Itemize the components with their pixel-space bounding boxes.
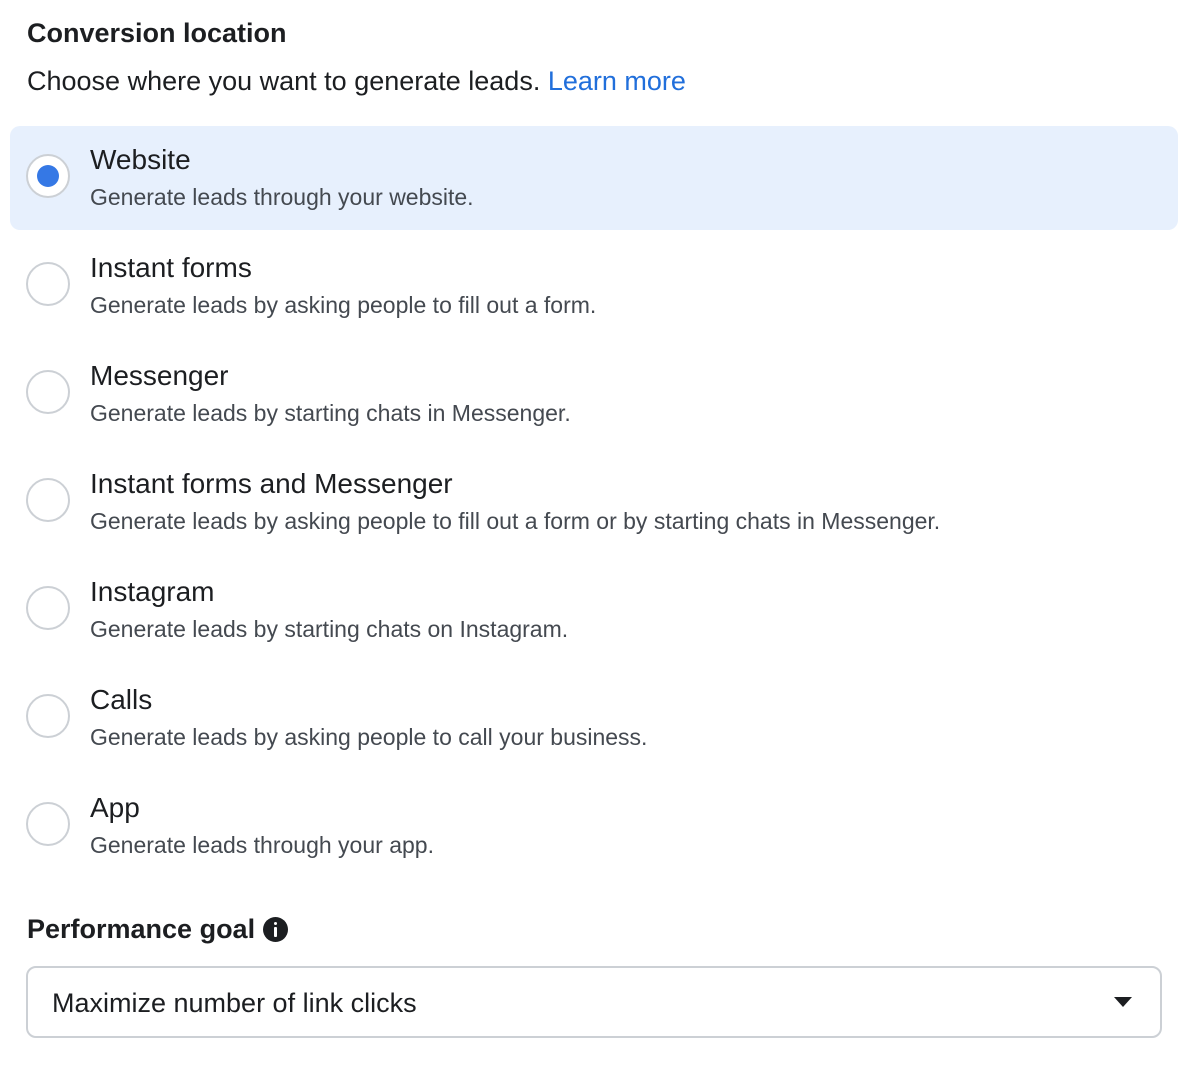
option-description: Generate leads by asking people to fill … [90,508,941,534]
option-label: Website [90,144,191,175]
conversion-location-subtitle: Choose where you want to generate leads.… [27,64,686,98]
option-messenger[interactable]: Messenger Generate leads by starting cha… [10,342,1178,446]
option-description: Generate leads through your app. [90,832,434,858]
radio-button[interactable] [26,802,70,846]
option-description: Generate leads by asking people to fill … [90,292,597,318]
performance-goal-selected-value: Maximize number of link clicks [52,988,417,1018]
learn-more-link[interactable]: Learn more [548,66,686,96]
radio-button[interactable] [26,478,70,522]
radio-button[interactable] [26,262,70,306]
conversion-location-options: Website Generate leads through your webs… [10,126,1178,882]
option-label: Messenger [90,360,229,391]
radio-selected-dot [37,165,59,187]
chevron-down-icon [1114,997,1132,1007]
radio-button[interactable] [26,586,70,630]
option-instant-forms-and-messenger[interactable]: Instant forms and Messenger Generate lea… [10,450,1178,554]
radio-button[interactable] [26,154,70,198]
option-label: Instagram [90,576,215,607]
option-description: Generate leads through your website. [90,184,474,210]
radio-button[interactable] [26,694,70,738]
option-website[interactable]: Website Generate leads through your webs… [10,126,1178,230]
option-label: Instant forms and Messenger [90,468,453,499]
conversion-location-title: Conversion location [27,18,287,48]
option-label: App [90,792,140,823]
info-icon[interactable] [263,916,289,942]
option-app[interactable]: App Generate leads through your app. [10,774,1178,878]
option-label: Instant forms [90,252,252,283]
performance-goal-label: Performance goal [27,914,256,944]
option-instant-forms[interactable]: Instant forms Generate leads by asking p… [10,234,1178,338]
performance-goal-title: Performance goal [27,912,289,946]
subtitle-text: Choose where you want to generate leads. [27,66,541,96]
option-label: Calls [90,684,153,715]
option-calls[interactable]: Calls Generate leads by asking people to… [10,666,1178,770]
option-description: Generate leads by asking people to call … [90,724,648,750]
radio-button[interactable] [26,370,70,414]
option-description: Generate leads by starting chats on Inst… [90,616,569,642]
option-instagram[interactable]: Instagram Generate leads by starting cha… [10,558,1178,662]
option-description: Generate leads by starting chats in Mess… [90,400,571,426]
performance-goal-dropdown[interactable]: Maximize number of link clicks [26,966,1162,1038]
